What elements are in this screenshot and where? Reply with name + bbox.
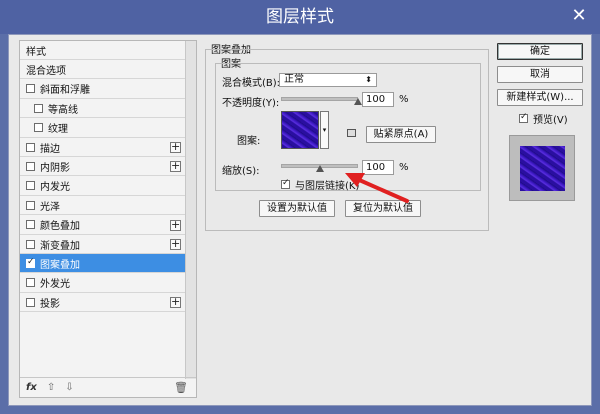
style-list-item[interactable]: 等高线: [20, 99, 185, 119]
opacity-input[interactable]: 100: [362, 92, 394, 107]
link-with-layer-checkbox[interactable]: [281, 178, 290, 189]
style-list-label: 等高线: [48, 104, 78, 116]
style-list-label: 颜色叠加: [40, 221, 80, 233]
preview-checkbox[interactable]: [519, 112, 528, 123]
style-list-checkbox[interactable]: [26, 181, 35, 191]
style-list-checkbox[interactable]: [26, 200, 35, 210]
style-list-item[interactable]: 描边 +: [20, 138, 185, 157]
new-preset-icon[interactable]: [347, 129, 356, 137]
style-list-item[interactable]: 投影 +: [20, 293, 185, 313]
scale-label: 缩放(S):: [222, 166, 260, 177]
style-list-item[interactable]: 内发光: [20, 177, 185, 196]
style-list-checkbox[interactable]: [26, 278, 35, 288]
blend-mode-select[interactable]: 正常 ⬍: [279, 73, 377, 87]
add-effect-icon[interactable]: +: [170, 219, 181, 231]
opacity-label: 不透明度(Y):: [222, 98, 280, 109]
style-list-item[interactable]: 外发光: [20, 274, 185, 293]
style-preview-swatch: [520, 146, 565, 191]
style-list-panel: 样式混合选项斜面和浮雕等高线纹理描边 + 内阴影 + 内发光光泽颜色叠加 + 渐变叠加 + 图案…: [19, 40, 197, 398]
dialog-title: 图层样式: [266, 7, 334, 27]
pattern-swatch[interactable]: [281, 111, 319, 149]
style-list-item[interactable]: 内阴影 +: [20, 157, 185, 177]
style-list-checkbox[interactable]: [26, 239, 35, 249]
preview-label: 预览(V): [533, 115, 568, 126]
opacity-slider-thumb[interactable]: [354, 98, 362, 105]
style-list-item[interactable]: 纹理: [20, 119, 185, 138]
style-list-label: 图案叠加: [40, 259, 80, 271]
pattern-label: 图案:: [237, 136, 261, 147]
opacity-unit: %: [399, 94, 409, 105]
style-list-item[interactable]: 光泽: [20, 196, 185, 216]
style-list-label: 渐变叠加: [40, 240, 80, 252]
pattern-picker-dropdown[interactable]: ▾: [320, 111, 329, 149]
move-down-icon[interactable]: ⇩: [65, 382, 73, 393]
add-effect-icon[interactable]: +: [170, 141, 181, 153]
style-list-checkbox[interactable]: [26, 84, 35, 94]
style-list-item[interactable]: 图案叠加: [20, 254, 185, 274]
preview-option[interactable]: 预览(V): [519, 111, 568, 126]
style-list-footer: fx ⇧ ⇩ 🗑: [20, 377, 196, 397]
style-list-checkbox[interactable]: [34, 103, 43, 113]
style-list-label: 内阴影: [40, 162, 70, 174]
close-icon[interactable]: ✕: [568, 5, 590, 27]
chevron-updown-icon: ⬍: [365, 75, 372, 84]
add-effect-icon[interactable]: +: [170, 238, 181, 250]
opacity-slider[interactable]: [281, 97, 358, 101]
style-list-label: 描边: [40, 143, 60, 155]
style-list-checkbox[interactable]: [26, 297, 35, 307]
style-list-label: 投影: [40, 298, 60, 310]
style-list-checkbox[interactable]: [26, 161, 35, 171]
dialog-title-bar: 图层样式 ✕: [0, 0, 600, 34]
layer-style-dialog: 样式混合选项斜面和浮雕等高线纹理描边 + 内阴影 + 内发光光泽颜色叠加 + 渐变叠加 + 图案…: [8, 34, 592, 406]
new-style-button[interactable]: 新建样式(W)...: [497, 89, 583, 106]
move-up-icon[interactable]: ⇧: [47, 382, 55, 393]
set-default-button[interactable]: 设置为默认值: [259, 200, 335, 217]
style-list-item[interactable]: 渐变叠加 +: [20, 235, 185, 254]
annotation-arrow-icon: [345, 173, 409, 203]
style-preview: [509, 135, 575, 201]
blend-mode-value: 正常: [284, 74, 304, 85]
style-list-scrollbar[interactable]: [185, 41, 196, 379]
style-list-item[interactable]: 斜面和浮雕: [20, 80, 185, 99]
style-list-label: 混合选项: [26, 65, 66, 77]
cancel-button[interactable]: 取消: [497, 66, 583, 83]
scale-slider-thumb[interactable]: [315, 165, 324, 172]
add-effect-icon[interactable]: +: [170, 296, 181, 309]
blend-mode-label: 混合模式(B):: [222, 78, 281, 89]
style-list-item[interactable]: 样式: [20, 41, 185, 60]
style-list-label: 纹理: [48, 124, 68, 136]
fx-icon[interactable]: fx: [26, 382, 37, 393]
style-list-label: 样式: [26, 46, 46, 58]
add-effect-icon[interactable]: +: [170, 160, 181, 173]
trash-icon[interactable]: 🗑: [174, 381, 188, 394]
snap-to-origin-button[interactable]: 贴紧原点(A): [366, 126, 436, 143]
style-list-checkbox[interactable]: [26, 257, 35, 268]
style-list-label: 外发光: [40, 279, 70, 291]
style-list-checkbox[interactable]: [26, 142, 35, 152]
style-list-checkbox[interactable]: [34, 123, 43, 133]
style-list-checkbox[interactable]: [26, 220, 35, 230]
style-list-item[interactable]: 颜色叠加 +: [20, 216, 185, 235]
style-list-item[interactable]: 混合选项: [20, 60, 185, 80]
chevron-down-icon: ▾: [322, 126, 327, 134]
ok-button[interactable]: 确定: [497, 43, 583, 60]
style-list-label: 光泽: [40, 201, 60, 213]
style-list-label: 斜面和浮雕: [40, 85, 90, 97]
style-list-label: 内发光: [40, 182, 70, 194]
